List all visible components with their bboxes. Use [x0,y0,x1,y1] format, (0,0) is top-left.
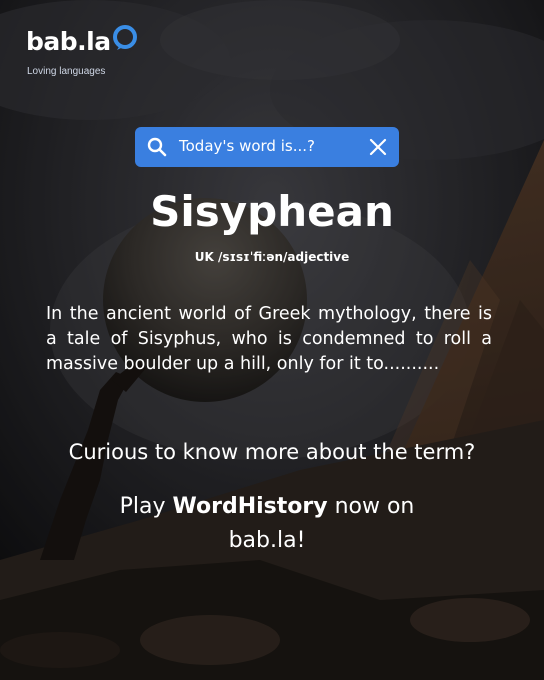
brand-tagline: Loving languages [27,66,106,77]
call-to-action[interactable]: Play WordHistory now on bab.la! [0,490,534,558]
search-bar[interactable]: Today's word is...? [135,127,399,167]
brand-logo[interactable]: bab.la Loving languages [26,25,137,77]
curiosity-prompt: Curious to know more about the term? [68,440,476,464]
cta-game-name[interactable]: WordHistory [173,494,328,519]
headword: Sisyphean [150,187,394,236]
cta-prefix: Play [119,494,173,519]
pronunciation: UK /sɪsɪˈfiːən/adjective [194,250,350,264]
speech-bubble-icon [113,25,137,50]
search-icon[interactable] [147,137,167,157]
story-paragraph: In the ancient world of Greek mythology,… [46,304,492,374]
cta-suffix: now on [327,494,415,519]
cta-line-1: Play WordHistory now on [0,490,534,524]
brand-name: bab.la [26,27,111,56]
cta-site[interactable]: bab.la! [0,524,534,558]
close-icon[interactable] [369,138,387,156]
search-text[interactable]: Today's word is...? [179,137,315,155]
